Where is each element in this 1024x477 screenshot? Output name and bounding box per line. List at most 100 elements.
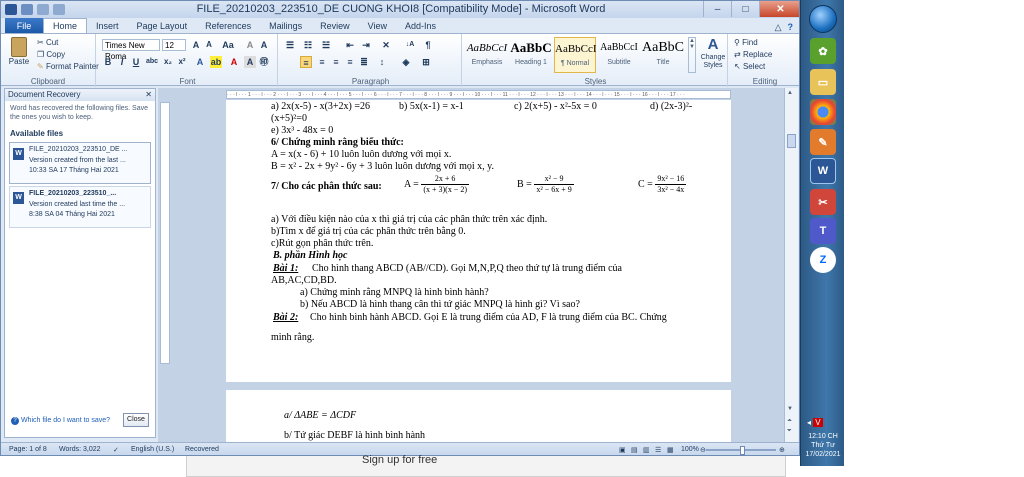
subscript-icon[interactable]: x₂	[162, 56, 174, 68]
tab-mailings[interactable]: Mailings	[260, 19, 311, 33]
teams-icon[interactable]: T	[810, 218, 836, 244]
character-shading-icon[interactable]: A	[244, 56, 256, 68]
which-file-help-link[interactable]: ? Which file do I want to save?	[11, 417, 110, 425]
style-subtitle[interactable]: AaBbCcI Subtitle	[598, 37, 640, 73]
enclose-characters-icon[interactable]: ㊞	[258, 56, 270, 68]
vertical-ruler[interactable]	[160, 102, 170, 364]
asian-layout-icon[interactable]: ✕	[380, 39, 392, 51]
zoom-slider-knob[interactable]	[740, 446, 745, 455]
text-effects-icon[interactable]: A	[194, 56, 206, 68]
tray-expand-icon[interactable]: ◂	[807, 418, 811, 427]
scrollbar-thumb[interactable]	[787, 134, 796, 148]
scroll-down-icon[interactable]: ▼	[787, 406, 793, 412]
close-pane-icon[interactable]: ✕	[145, 89, 155, 101]
select-button[interactable]: ↖ Select	[734, 62, 765, 71]
font-size-select[interactable]: 12	[162, 39, 186, 51]
app-icon[interactable]: ✎	[810, 129, 836, 155]
help-icon[interactable]: ?	[788, 22, 794, 33]
paste-button[interactable]: Paste	[7, 37, 31, 71]
word-count[interactable]: Words: 3,022	[59, 446, 101, 453]
vertical-scrollbar[interactable]: ▲ ▼ ⏶ ⏷	[784, 88, 798, 442]
print-layout-icon[interactable]: ▣	[619, 446, 626, 454]
find-button[interactable]: ⚲ Find	[734, 38, 758, 47]
proofing-icon[interactable]: ✓	[113, 446, 119, 454]
character-border-icon[interactable]: A	[258, 39, 270, 51]
bullets-icon[interactable]: ☰	[284, 39, 296, 51]
zoom-in-icon[interactable]: ⊕	[779, 446, 785, 454]
start-orb-icon[interactable]	[809, 5, 837, 33]
italic-icon[interactable]: I	[116, 56, 128, 68]
full-screen-reading-icon[interactable]: ▤	[631, 446, 638, 454]
align-center-icon[interactable]: ≡	[316, 56, 328, 68]
minimize-button[interactable]: –	[703, 1, 731, 17]
taskbar-clock[interactable]: 12:10 CH Thứ Tư 17/02/2021	[801, 432, 845, 459]
tab-references[interactable]: References	[196, 19, 260, 33]
maximize-button[interactable]: □	[731, 1, 759, 17]
clear-formatting-icon[interactable]: A	[244, 39, 256, 51]
page-count[interactable]: Page: 1 of 8	[9, 446, 47, 453]
document-area[interactable]: · · · ǀ · · · 1 · · · ǀ · · · 2 · · · ǀ …	[158, 88, 788, 442]
style-heading-1[interactable]: AaBbC Heading 1	[510, 37, 552, 73]
recovered-file-item[interactable]: W FILE_20210203_223510_... Version creat…	[9, 186, 151, 228]
tray-app-icon[interactable]: V	[813, 418, 823, 427]
style-title[interactable]: AaBbC Title	[642, 37, 684, 73]
zalo-icon[interactable]: Z	[810, 247, 836, 273]
recovered-file-item[interactable]: W FILE_20210203_223510_DE ... Version cr…	[9, 142, 151, 184]
draft-icon[interactable]: ▦	[667, 446, 674, 454]
shrink-font-icon[interactable]: A	[203, 39, 215, 51]
bold-icon[interactable]: B	[102, 56, 114, 68]
superscript-icon[interactable]: x²	[176, 56, 188, 68]
web-layout-icon[interactable]: ▥	[643, 446, 650, 454]
next-page-icon[interactable]: ⏷	[787, 428, 792, 435]
font-name-select[interactable]: Times New Roma	[102, 39, 160, 61]
word-taskbar-icon[interactable]: W	[810, 158, 836, 184]
chrome-icon[interactable]	[810, 99, 836, 125]
styles-gallery-scroll[interactable]: ▲ ▼	[688, 37, 696, 73]
decrease-indent-icon[interactable]: ⇤	[344, 39, 356, 51]
shading-icon[interactable]: ◈	[400, 56, 412, 68]
folder-icon[interactable]: ▭	[810, 69, 836, 95]
tab-file[interactable]: File	[5, 18, 43, 33]
language-indicator[interactable]: English (U.S.)	[131, 446, 174, 453]
horizontal-ruler[interactable]: · · · ǀ · · · 1 · · · ǀ · · · 2 · · · ǀ …	[226, 90, 731, 99]
tray-icons[interactable]: ◂ V	[807, 418, 823, 427]
underline-icon[interactable]: U	[130, 56, 142, 68]
style-emphasis[interactable]: AaBbCcI Emphasis	[466, 37, 508, 73]
format-painter-button[interactable]: ✎ Format Painter	[37, 62, 99, 71]
tab-home[interactable]: Home	[43, 18, 88, 33]
tab-page-layout[interactable]: Page Layout	[128, 19, 197, 33]
grow-font-icon[interactable]: A	[190, 39, 202, 51]
show-formatting-icon[interactable]: ¶	[422, 39, 434, 51]
minimize-ribbon-icon[interactable]: △	[775, 22, 782, 33]
tab-view[interactable]: View	[359, 19, 396, 33]
replace-button[interactable]: ⇄ Replace	[734, 50, 772, 59]
distributed-icon[interactable]: ≣	[358, 56, 370, 68]
copy-button[interactable]: ❐ Copy	[37, 50, 65, 59]
increase-indent-icon[interactable]: ⇥	[360, 39, 372, 51]
close-window-button[interactable]: ✕	[759, 1, 799, 17]
change-case-icon[interactable]: Aa	[222, 39, 234, 51]
highlight-icon[interactable]: ab	[210, 56, 222, 68]
tab-insert[interactable]: Insert	[87, 19, 128, 33]
align-left-icon[interactable]: ≡	[300, 56, 312, 68]
zoom-out-icon[interactable]: ⊖	[700, 446, 706, 454]
strikethrough-icon[interactable]: abc	[146, 56, 158, 68]
snipping-tool-icon[interactable]: ✂	[810, 189, 836, 215]
outline-icon[interactable]: ☰	[655, 446, 661, 454]
align-right-icon[interactable]: ≡	[330, 56, 342, 68]
tab-review[interactable]: Review	[311, 19, 359, 33]
numbering-icon[interactable]: ☷	[302, 39, 314, 51]
sign-up-link[interactable]: Sign up for free	[362, 454, 437, 466]
zoom-level[interactable]: 100%	[681, 446, 699, 453]
scroll-up-icon[interactable]: ▲	[787, 90, 793, 96]
borders-icon[interactable]: ⊞	[420, 56, 432, 68]
font-color-icon[interactable]: A	[228, 56, 240, 68]
document-page-2[interactable]: a/ ΔABE = ΔCDF b/ Tứ giác DEBF là hình b…	[226, 390, 731, 442]
change-styles-button[interactable]: A Change Styles	[698, 36, 728, 70]
justify-icon[interactable]: ≡	[344, 56, 356, 68]
cut-button[interactable]: ✂ Cut	[37, 38, 58, 47]
recovery-close-button[interactable]: Close	[123, 413, 149, 427]
sort-icon[interactable]: ↓A	[404, 39, 416, 51]
tab-add-ins[interactable]: Add-Ins	[396, 19, 445, 33]
document-page-1[interactable]: a) 2x(x-5) - x(3+2x) =26 b) 5x(x-1) = x-…	[226, 100, 731, 382]
